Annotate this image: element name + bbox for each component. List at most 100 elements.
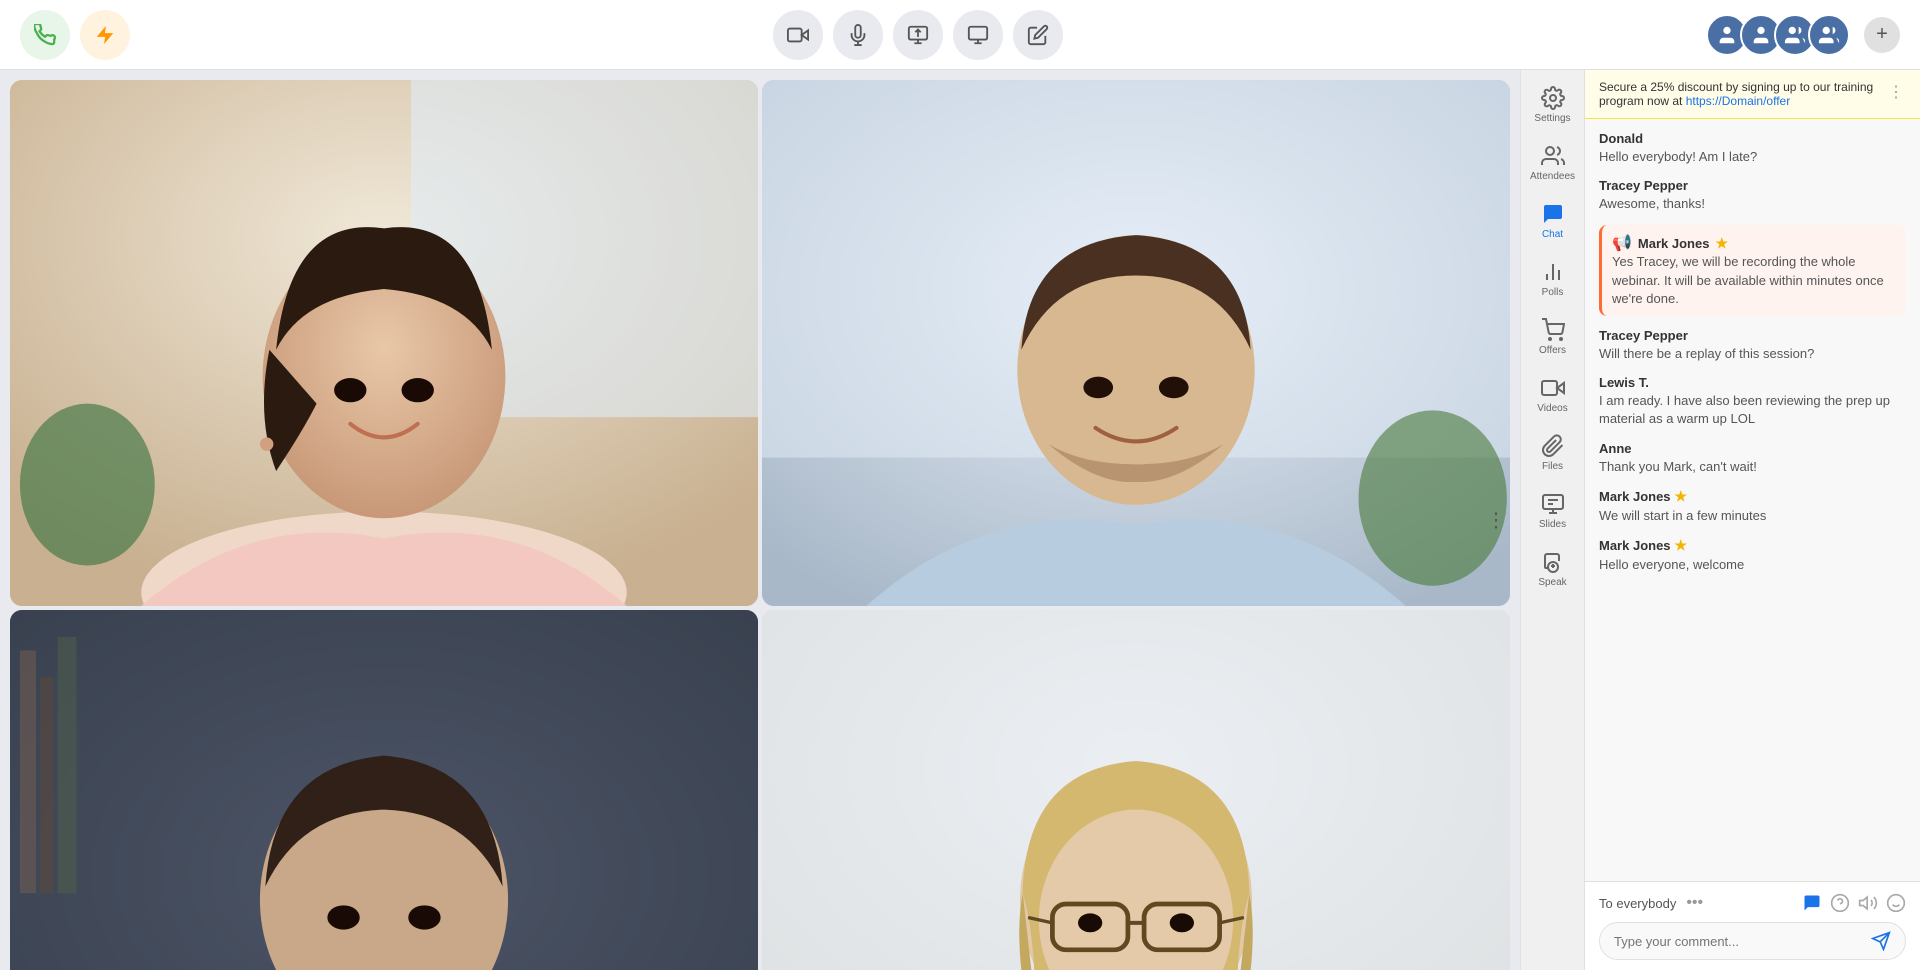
icon-nav: Settings Attendees Chat: [1521, 70, 1585, 970]
promo-text-content: Secure a 25% discount by signing up to o…: [1599, 80, 1886, 108]
chat-emoji-button[interactable]: [1886, 893, 1906, 913]
chat-icon: [1541, 202, 1565, 226]
attendee-avatar-4: [1808, 14, 1850, 56]
display-button[interactable]: [953, 10, 1003, 60]
phone-button[interactable]: [20, 10, 70, 60]
video-cell-2: [762, 80, 1510, 606]
sender-mark-3: Mark Jones ★: [1599, 537, 1906, 554]
edit-button[interactable]: [1013, 10, 1063, 60]
highlighted-content: 📢 Mark Jones ★ Yes Tracey, we will be re…: [1599, 225, 1906, 316]
settings-icon: [1541, 86, 1565, 110]
nav-attendees[interactable]: Attendees: [1525, 136, 1581, 190]
top-bar-left: [20, 10, 130, 60]
chat-messages: Donald Hello everybody! Am I late? Trace…: [1585, 119, 1920, 881]
text-anne: Thank you Mark, can't wait!: [1599, 458, 1906, 476]
nav-polls-label: Polls: [1542, 287, 1564, 298]
video-feed-1: [10, 80, 758, 606]
slides-icon: [1541, 492, 1565, 516]
nav-chat[interactable]: Chat: [1525, 194, 1581, 248]
nav-settings[interactable]: Settings: [1525, 78, 1581, 132]
recipient-label: To everybody: [1599, 896, 1676, 911]
nav-slides-label: Slides: [1539, 519, 1566, 530]
sender-mark-highlighted: 📢 Mark Jones ★: [1612, 233, 1896, 253]
nav-offers-label: Offers: [1539, 345, 1566, 356]
megaphone-icon: 📢: [1612, 233, 1632, 253]
chat-message-anne: Anne Thank you Mark, can't wait!: [1599, 441, 1906, 476]
nav-chat-label: Chat: [1542, 229, 1563, 240]
video-cell-1: [10, 80, 758, 606]
nav-speak[interactable]: Speak: [1525, 542, 1581, 596]
chat-input-header: To everybody •••: [1599, 892, 1906, 914]
video-cell-3: [10, 610, 758, 970]
text-tracey-2: Will there be a replay of this session?: [1599, 345, 1906, 363]
chat-message-mark-2: Mark Jones ★ We will start in a few minu…: [1599, 488, 1906, 525]
text-mark-3: Hello everyone, welcome: [1599, 556, 1906, 574]
nav-videos-label: Videos: [1537, 403, 1567, 414]
camera-button[interactable]: [773, 10, 823, 60]
chat-bubble-icon: [1802, 893, 1822, 913]
text-mark-highlighted: Yes Tracey, we will be recording the who…: [1612, 253, 1896, 308]
send-button[interactable]: [1871, 931, 1891, 951]
promo-link[interactable]: https://Domain/offer: [1686, 94, 1791, 108]
video-grid: [0, 70, 1520, 970]
star-mark-1: ★: [1715, 235, 1728, 252]
comment-input-row: [1599, 922, 1906, 960]
sender-anne: Anne: [1599, 441, 1906, 456]
speak-icon: [1541, 550, 1565, 574]
video-feed-3: [10, 610, 758, 970]
nav-videos[interactable]: Videos: [1525, 368, 1581, 422]
main-content: ⋮ W WEBINARJAM 0 Off Air: [0, 70, 1920, 970]
chat-message-tracey-1: Tracey Pepper Awesome, thanks!: [1599, 178, 1906, 213]
nav-slides[interactable]: Slides: [1525, 484, 1581, 538]
sender-lewis: Lewis T.: [1599, 375, 1906, 390]
sender-mark-2: Mark Jones ★: [1599, 488, 1906, 505]
attendee-avatars: [1706, 14, 1850, 56]
nav-attendees-label: Attendees: [1530, 171, 1575, 182]
nav-files[interactable]: Files: [1525, 426, 1581, 480]
top-bar: +: [0, 0, 1920, 70]
recipient-options-button[interactable]: •••: [1684, 892, 1705, 914]
chat-send-type-button[interactable]: [1802, 893, 1822, 913]
text-mark-2: We will start in a few minutes: [1599, 507, 1906, 525]
text-tracey-1: Awesome, thanks!: [1599, 195, 1906, 213]
chat-message-donald: Donald Hello everybody! Am I late?: [1599, 131, 1906, 166]
files-icon: [1541, 434, 1565, 458]
sender-donald: Donald: [1599, 131, 1906, 146]
chat-volume-button[interactable]: [1858, 893, 1878, 913]
chat-message-mark-highlighted: 📢 Mark Jones ★ Yes Tracey, we will be re…: [1599, 225, 1906, 316]
screen-share-button[interactable]: [893, 10, 943, 60]
polls-icon: [1541, 260, 1565, 284]
right-sidebar: Settings Attendees Chat: [1520, 70, 1920, 970]
comment-input[interactable]: [1614, 934, 1863, 949]
text-lewis: I am ready. I have also been reviewing t…: [1599, 392, 1906, 428]
sender-tracey-2: Tracey Pepper: [1599, 328, 1906, 343]
video-feed-4: [762, 610, 1510, 970]
video-cell-4: [762, 610, 1510, 970]
add-attendee-button[interactable]: +: [1864, 17, 1900, 53]
emoji-icon: [1886, 893, 1906, 913]
promo-options-button[interactable]: ⋮: [1886, 80, 1906, 104]
nav-offers[interactable]: Offers: [1525, 310, 1581, 364]
video-area: ⋮ W WEBINARJAM 0 Off Air: [0, 70, 1520, 970]
video-feed-2: [762, 80, 1510, 606]
chat-message-lewis: Lewis T. I am ready. I have also been re…: [1599, 375, 1906, 428]
chat-input-area: To everybody •••: [1585, 881, 1920, 970]
sender-mark-name: Mark Jones: [1638, 236, 1710, 251]
star-mark-2: ★: [1675, 488, 1688, 505]
offers-icon: [1541, 318, 1565, 342]
top-bar-right: +: [1706, 14, 1900, 56]
more-options-button[interactable]: ⋮: [1486, 508, 1506, 533]
volume-icon: [1858, 893, 1878, 913]
send-icon: [1871, 931, 1891, 951]
nav-files-label: Files: [1542, 461, 1563, 472]
chat-message-tracey-2: Tracey Pepper Will there be a replay of …: [1599, 328, 1906, 363]
chat-question-button[interactable]: [1830, 893, 1850, 913]
nav-polls[interactable]: Polls: [1525, 252, 1581, 306]
question-icon: [1830, 893, 1850, 913]
star-mark-3: ★: [1675, 537, 1688, 554]
mic-button[interactable]: [833, 10, 883, 60]
bolt-button[interactable]: [80, 10, 130, 60]
attendees-nav-icon: [1541, 144, 1565, 168]
nav-settings-label: Settings: [1534, 113, 1570, 124]
top-bar-controls: [773, 10, 1063, 60]
